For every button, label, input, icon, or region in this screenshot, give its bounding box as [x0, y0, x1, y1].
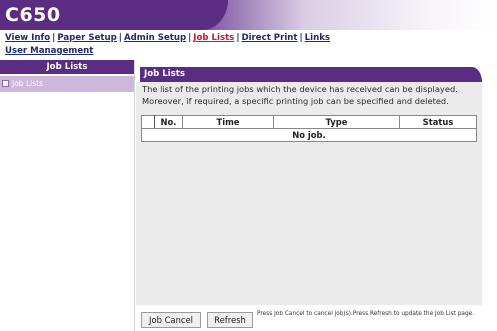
nav-separator: |: [118, 33, 122, 43]
footer-hint: Press Job Cancel to cancel job(s).Press …: [257, 311, 475, 317]
nav-link-view-info[interactable]: View Info: [5, 33, 50, 43]
empty-message: No job.: [141, 128, 477, 142]
top-nav: View Info | Paper Setup | Admin Setup | Job Li…: [5, 33, 330, 43]
device-model-title: C650: [5, 4, 61, 26]
column-header-type: Type: [273, 115, 400, 129]
top-nav-row2: User Management: [5, 46, 93, 56]
job-table: No. Time Type Status No job.: [141, 115, 477, 142]
main-panel: The list of the printing jobs which the …: [136, 82, 482, 305]
refresh-button[interactable]: Refresh: [207, 312, 253, 328]
header-gradient: [200, 0, 497, 30]
sidebar-divider: [134, 60, 135, 331]
sidebar: Job Lists Job Lists: [0, 60, 134, 331]
sidebar-heading: Job Lists: [0, 60, 134, 74]
table-row: No job.: [141, 128, 477, 142]
nav-link-job-lists[interactable]: Job Lists: [193, 33, 234, 43]
sidebar-item-job-lists[interactable]: Job Lists: [0, 76, 134, 92]
column-header-no: No.: [154, 115, 183, 129]
nav-link-admin-setup[interactable]: Admin Setup: [124, 33, 186, 43]
sidebar-item-label: Job Lists: [12, 79, 43, 88]
nav-separator: |: [299, 33, 303, 43]
nav-link-direct-print[interactable]: Direct Print: [241, 33, 297, 43]
job-cancel-button[interactable]: Job Cancel: [141, 312, 201, 328]
bullet-icon: [2, 79, 9, 87]
nav-link-links[interactable]: Links: [305, 33, 330, 43]
page-title: Job Lists: [140, 67, 482, 82]
page-description: The list of the printing jobs which the …: [142, 84, 458, 106]
column-header-time: Time: [182, 115, 274, 129]
nav-link-paper-setup[interactable]: Paper Setup: [57, 33, 116, 43]
nav-link-user-management[interactable]: User Management: [5, 46, 93, 56]
header: C650: [0, 0, 497, 30]
column-header-status: Status: [399, 115, 477, 129]
select-column-header: [141, 115, 155, 129]
table-header-row: No. Time Type Status: [141, 115, 477, 129]
